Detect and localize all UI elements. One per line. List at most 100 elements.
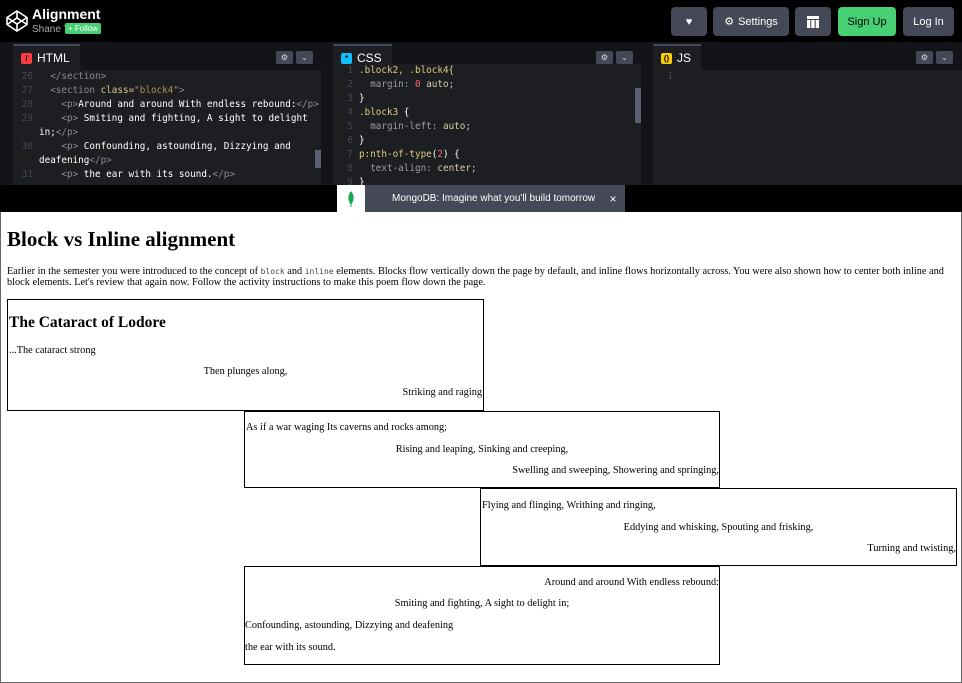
code-line[interactable]: 4 .block3 {	[333, 106, 641, 120]
ad-banner[interactable]: MongoDB: Imagine what you'll build tomor…	[337, 185, 625, 212]
poem-line: Confounding, astounding, Dizzying and de…	[245, 620, 454, 631]
editor-area: / HTML ⚙ ⌄ 26 </section> 27 <section clas…	[0, 42, 962, 185]
tab-js[interactable]: () JS	[653, 44, 702, 70]
code-text: .block2, .block4{	[359, 65, 455, 76]
change-view-button[interactable]	[795, 7, 831, 36]
mongodb-logo	[337, 185, 365, 212]
tab-html[interactable]: / HTML	[13, 44, 80, 70]
code-line[interactable]: 2 margin: 0 auto;	[333, 78, 641, 92]
poem-line: As if a war waging Its caverns and rocks…	[246, 422, 448, 433]
preview-pane: Block vs Inline alignment Earlier in the…	[0, 212, 962, 683]
code-line[interactable]: 7 p:nth-of-type(2) {	[333, 148, 641, 162]
code-line[interactable]: 29 <p> Smiting and fighting, A sight to …	[13, 112, 321, 126]
code-line[interactable]: deafening</p>	[13, 154, 321, 168]
header: Alignment Shane T + Follow ♥ ⚙ Settings …	[0, 0, 962, 42]
html-settings-button[interactable]: ⚙	[276, 51, 293, 64]
code-text: <p> Smiting and fighting, A sight to del…	[39, 113, 308, 124]
pen-title: Alignment	[32, 6, 101, 22]
poem-line: Striking and raging	[402, 387, 482, 398]
intro-code-block: block	[260, 267, 285, 276]
css-icon: *	[341, 52, 352, 64]
poem-block-3: Flying and flinging, Writhing and ringin…	[480, 488, 957, 566]
html-collapse-button[interactable]: ⌄	[296, 51, 313, 64]
gear-icon: ⚙	[724, 16, 735, 28]
code-text: }	[359, 177, 365, 185]
code-text: }	[359, 135, 365, 146]
heart-button[interactable]: ♥	[671, 7, 707, 36]
chevron-down-icon: ⌄	[301, 53, 308, 62]
intro-text-a: Earlier in the semester you were introdu…	[7, 266, 261, 277]
css-settings-button[interactable]: ⚙	[596, 51, 613, 64]
code-text: in;</p>	[39, 127, 79, 138]
line-number	[13, 154, 39, 168]
login-button[interactable]: Log In	[903, 7, 954, 36]
follow-button[interactable]: + Follow	[65, 23, 102, 34]
code-line[interactable]: 28 <p>Around and around With endless reb…	[13, 98, 321, 112]
line-number: 3	[347, 93, 353, 104]
poem-block-2: As if a war waging Its caverns and rocks…	[244, 411, 720, 488]
poem-line: Swelling and sweeping, Showering and spr…	[512, 465, 719, 476]
html-code[interactable]: 26 </section> 27 <section class="block4">…	[13, 70, 321, 185]
poem-line: Rising and leaping, Sinking and creeping…	[395, 444, 569, 455]
leaf-icon	[348, 190, 354, 207]
code-line[interactable]: 8 text-align: center;	[333, 162, 641, 176]
css-code[interactable]: 1 .block2, .block4{2 margin: 0 auto; 3} 4 .b…	[333, 64, 641, 185]
js-icon: ()	[661, 52, 672, 64]
line-number: 8	[347, 163, 353, 174]
heart-icon: ♥	[685, 15, 693, 28]
intro-paragraph: Earlier in the semester you were introdu…	[7, 266, 952, 288]
code-line[interactable]: 30 <p> Confounding, astounding, Dizzying…	[13, 140, 321, 154]
tab-js-label: JS	[677, 51, 692, 65]
code-line[interactable]: 1	[653, 70, 962, 84]
poem-line: Smiting and fighting, A sight to delight…	[394, 598, 570, 609]
line-number	[13, 126, 39, 140]
code-text: <p> the ear with its sound.</p>	[39, 169, 235, 180]
line-number: 2	[347, 79, 353, 90]
code-line[interactable]: 6}	[333, 134, 641, 148]
js-code[interactable]: 1	[653, 70, 962, 185]
signup-button[interactable]: Sign Up	[838, 7, 896, 36]
html-scrollbar[interactable]	[315, 150, 321, 168]
codepen-logo-icon[interactable]	[6, 10, 28, 32]
intro-text-b: and	[284, 266, 305, 277]
js-settings-button[interactable]: ⚙	[916, 51, 933, 64]
poem-line: Eddying and whisking, Spouting and frisk…	[623, 522, 814, 533]
code-line[interactable]: 26 </section>	[13, 70, 321, 84]
code-line[interactable]: 1 .block2, .block4{	[333, 64, 641, 78]
line-number: 28	[21, 99, 33, 110]
gear-icon: ⚙	[920, 53, 929, 62]
code-line[interactable]: 5 margin-left: auto;	[333, 120, 641, 134]
code-line[interactable]: in;</p>	[13, 126, 321, 140]
intro-code-inline: inline	[304, 267, 334, 276]
code-line[interactable]: 31 <p> the ear with its sound.</p>	[13, 168, 321, 182]
settings-button[interactable]: ⚙ Settings	[713, 7, 789, 36]
code-text: <section class="block4">	[39, 85, 185, 96]
code-line[interactable]: 9}	[333, 176, 641, 185]
ad-bar: MongoDB: Imagine what you'll build tomor…	[0, 185, 962, 212]
poem-line: Around and around With endless rebound:	[544, 577, 719, 588]
line-number: 1	[667, 71, 673, 82]
line-number: 5	[347, 121, 353, 132]
css-editor-panel: * CSS ⚙ ⌄ 1 .block2, .block4{2 margin: 0 …	[333, 44, 641, 185]
code-text: <p> Confounding, astounding, Dizzying an…	[39, 141, 291, 152]
poem-line: Turning and twisting,	[867, 543, 956, 554]
css-collapse-button[interactable]: ⌄	[616, 51, 633, 64]
html-icon: /	[21, 52, 32, 64]
author-name[interactable]: Shane T	[32, 24, 70, 35]
poem-line: Then plunges along,	[203, 366, 288, 377]
close-ad-button[interactable]: ×	[601, 192, 625, 206]
code-line[interactable]: 3}	[333, 92, 641, 106]
poem-block-1: The Cataract of Lodore ...The cataract s…	[7, 299, 484, 411]
code-text: margin-left: auto;	[359, 121, 471, 132]
ad-text[interactable]: MongoDB: Imagine what you'll build tomor…	[365, 193, 601, 204]
code-line[interactable]: 27 <section class="block4">	[13, 84, 321, 98]
css-scrollbar[interactable]	[635, 88, 641, 123]
js-editor-panel: () JS ⚙ ⌄ 1	[653, 44, 962, 185]
settings-label: Settings	[738, 15, 778, 28]
code-text: margin: 0 auto;	[359, 79, 455, 90]
line-number: 1	[347, 65, 353, 76]
line-number: 6	[347, 135, 353, 146]
code-text: p:nth-of-type(2) {	[359, 149, 460, 160]
line-number: 30	[21, 141, 33, 152]
js-collapse-button[interactable]: ⌄	[936, 51, 953, 64]
